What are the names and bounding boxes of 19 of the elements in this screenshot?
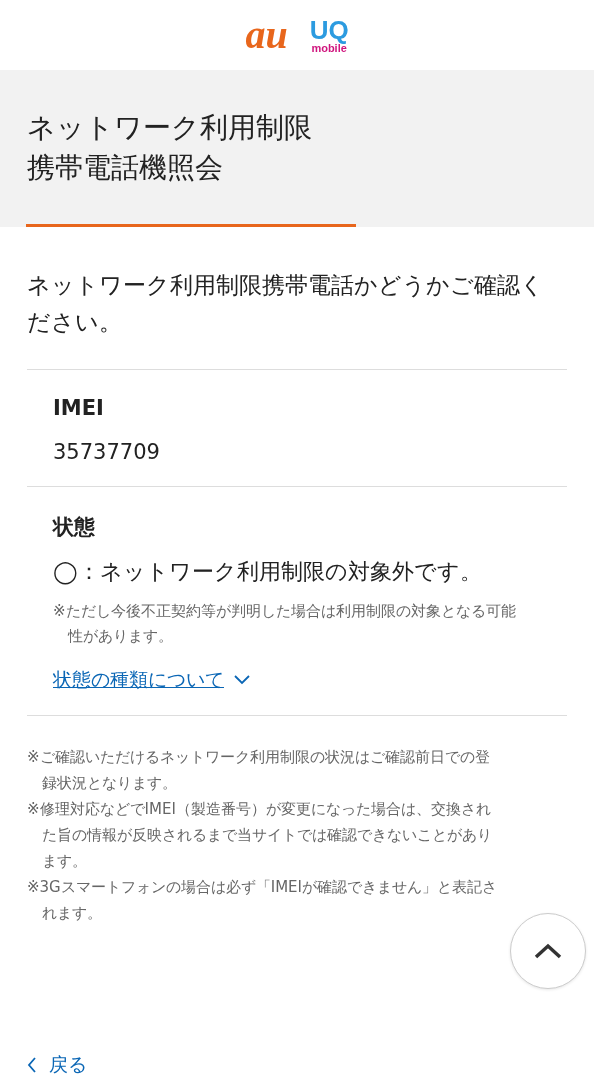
chevron-up-icon: [534, 943, 562, 959]
intro-text: ネットワーク利用制限携帯電話かどうかご確認ください。: [27, 271, 545, 337]
status-note: ※ただし今後不正契約等が判明した場合は利用制限の対象となる可能性があります。: [53, 601, 517, 647]
chevron-left-icon: [27, 1057, 37, 1073]
au-logo: au: [245, 15, 288, 55]
footnote: ※ご確認いただけるネットワーク利用制限の状況はご確認前日での登録状況となります。: [27, 747, 491, 794]
back-to-top-button[interactable]: [510, 913, 586, 989]
page-title: ネットワーク利用制限 携帯電話機照会: [27, 110, 313, 186]
chevron-down-icon: [234, 675, 250, 685]
uq-logo: UQ: [309, 16, 349, 43]
back-link[interactable]: 戻る: [27, 1052, 87, 1078]
status-label: 状態: [53, 514, 96, 541]
status-value: ◯：ネットワーク利用制限の対象外です。: [53, 558, 483, 587]
footnote: ※修理対応などでIMEI（製造番号）が変更になった場合は、交換された旨の情報が反映されるまで当サイトでは確認できないことがあります。: [27, 799, 493, 872]
footnote: ※3Gスマートフォンの場合は必ず「IMEIが確認できません」と表記されます。: [27, 877, 498, 924]
imei-label: IMEI: [53, 396, 105, 420]
imei-value: 35737709: [53, 440, 161, 464]
status-types-link[interactable]: 状態の種類について: [53, 667, 250, 693]
back-link-text: 戻る: [49, 1052, 87, 1077]
